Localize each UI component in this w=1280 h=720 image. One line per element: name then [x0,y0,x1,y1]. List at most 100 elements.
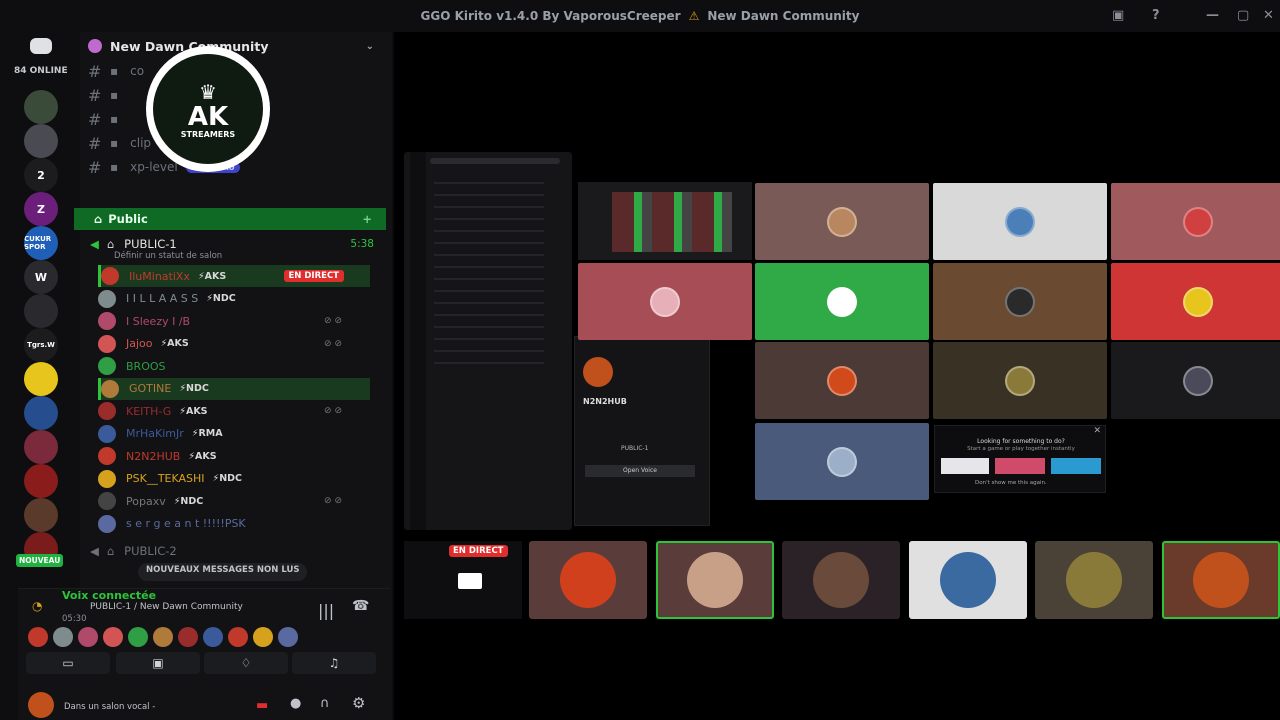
participant-avatar[interactable] [278,627,298,647]
guild-icon[interactable] [24,362,58,396]
participant-avatar[interactable] [78,627,98,647]
signal-icon[interactable]: ◔ [32,599,42,613]
text-channel[interactable]: # ▪ [88,108,130,130]
category-public[interactable]: ⌂ Public + [74,208,386,230]
voice-member[interactable]: s e r g e a n t !!!!!PSK [98,513,370,535]
add-channel-icon[interactable]: + [362,212,372,226]
disconnect-icon[interactable]: ☎ [352,598,369,614]
voice-member[interactable]: BROOS [98,355,370,377]
channel-status[interactable]: Définir un statut de salon [114,251,222,261]
guild-icon[interactable] [24,294,58,328]
participant-avatar[interactable] [53,627,73,647]
video-tile[interactable] [755,183,929,260]
text-channel[interactable]: # ▪ clip [88,132,151,154]
camera-off-icon[interactable]: ▬ [256,698,268,713]
user-avatar[interactable] [28,692,54,718]
voice-channel-public-2[interactable]: ◀ ⌂ PUBLIC-2 [90,541,290,561]
voice-member[interactable]: GOTINE ⚡NDC [98,377,370,400]
camera-off-button[interactable]: ▭ [26,652,110,674]
minimize-button[interactable]: — [1206,8,1219,23]
headphones-icon[interactable]: ∩ [320,696,330,711]
video-tile[interactable] [755,423,929,500]
video-tile[interactable] [933,183,1107,260]
guild-icon[interactable] [24,90,58,124]
video-tile[interactable] [1111,183,1280,260]
video-tile[interactable] [933,263,1107,340]
voice-member[interactable]: IluMinatiXx ⚡AKS EN DIRECT [98,265,370,287]
clan-tag: ⚡AKS [179,405,208,417]
guild-icon[interactable] [24,124,58,158]
participant-avatar [827,365,857,396]
participant-strip-tile[interactable] [1035,541,1153,619]
voice-member[interactable]: Popaxv ⚡NDC ⊘ ⊘ [98,490,370,512]
maximize-button[interactable]: ▢ [1237,8,1249,23]
participant-avatar[interactable] [103,627,123,647]
video-tile[interactable] [933,342,1107,419]
screen-share-button[interactable]: ▣ [116,652,200,674]
voice-member[interactable]: KEITH-G ⚡AKS ⊘ ⊘ [98,400,370,422]
popup-checkbox-label[interactable]: Don't show me this again. [975,480,1047,486]
video-tile[interactable] [755,342,929,419]
voice-member[interactable]: N2N2HUB ⚡AKS [98,445,370,467]
voice-member[interactable]: MrHaKimJr ⚡RMA [98,423,370,445]
voice-member[interactable]: I I L L A A S S ⚡NDC [98,288,370,310]
participant-strip-tile[interactable] [1161,541,1280,619]
popup-subtitle: Start a game or play together instantly [967,446,1075,452]
mic-icon[interactable]: ● [290,696,301,711]
participant-avatar[interactable] [228,627,248,647]
stream-preview-tile[interactable]: EN DIRECT [404,541,522,619]
guild-icon[interactable] [24,464,58,498]
video-tile[interactable] [1111,263,1280,340]
help-icon[interactable]: ? [1152,8,1160,23]
participant-avatar[interactable] [253,627,273,647]
avatar [98,357,116,375]
inbox-icon[interactable]: ▣ [1112,8,1124,23]
video-tile[interactable] [1111,342,1280,419]
participant-strip-tile[interactable] [782,541,900,619]
avatar [98,447,116,465]
voice-timer: 05:30 [62,614,87,624]
live-badge: EN DIRECT [283,270,344,282]
close-button[interactable]: ✕ [1263,8,1274,23]
text-channel[interactable]: # ▪ co [88,60,144,82]
guild-icon[interactable] [24,430,58,464]
participant-avatar[interactable] [203,627,223,647]
participant-strip-tile[interactable] [908,541,1027,619]
discord-home-icon[interactable] [30,38,52,54]
settings-icon[interactable]: ⚙ [352,694,365,712]
guild-icon[interactable] [24,396,58,430]
server-icon [88,39,102,53]
activities-button[interactable]: ♢ [204,652,288,674]
video-tile[interactable] [578,263,752,340]
text-channel[interactable]: # ▪ [88,84,130,106]
live-badge: EN DIRECT [449,545,508,557]
embedded-discord-window [404,152,572,530]
screen-icon [458,573,482,589]
participant-avatar[interactable] [178,627,198,647]
voice-member[interactable]: I Sleezy I /B ⊘ ⊘ [98,310,370,332]
voice-member[interactable]: Jajoo ⚡AKS ⊘ ⊘ [98,333,370,355]
close-icon[interactable]: ✕ [1093,426,1101,436]
popout-open-button[interactable]: Open Voice [585,465,695,477]
guild-icon[interactable]: 2 [24,158,58,192]
voice-channel-info[interactable]: PUBLIC-1 / New Dawn Community [90,602,243,612]
online-count: 84 ONLINE [14,66,68,76]
participant-strip-tile[interactable] [655,541,774,619]
video-tile[interactable] [755,263,929,340]
avatar [101,379,119,398]
participant-avatar[interactable] [28,627,48,647]
server-title: New Dawn Community [707,9,860,23]
participant-avatar[interactable] [153,627,173,647]
noise-icon[interactable]: ||| [318,601,334,620]
guild-icon[interactable]: W [24,260,58,294]
participant-avatar[interactable] [128,627,148,647]
popout-name: N2N2HUB [583,397,627,406]
guild-icon[interactable]: Tgrs.W [24,328,58,362]
voice-member[interactable]: PSK__TEKASHI ⚡NDC [98,468,370,490]
soundboard-button[interactable]: ♫ [292,652,376,674]
guild-icon[interactable] [24,498,58,532]
guild-icon[interactable]: Z [24,192,58,226]
participant-strip-tile[interactable] [529,541,647,619]
new-messages-pill[interactable]: NOUVEAUX MESSAGES NON LUS [138,563,308,581]
guild-icon[interactable]: CUKUR SPOR [24,226,58,260]
